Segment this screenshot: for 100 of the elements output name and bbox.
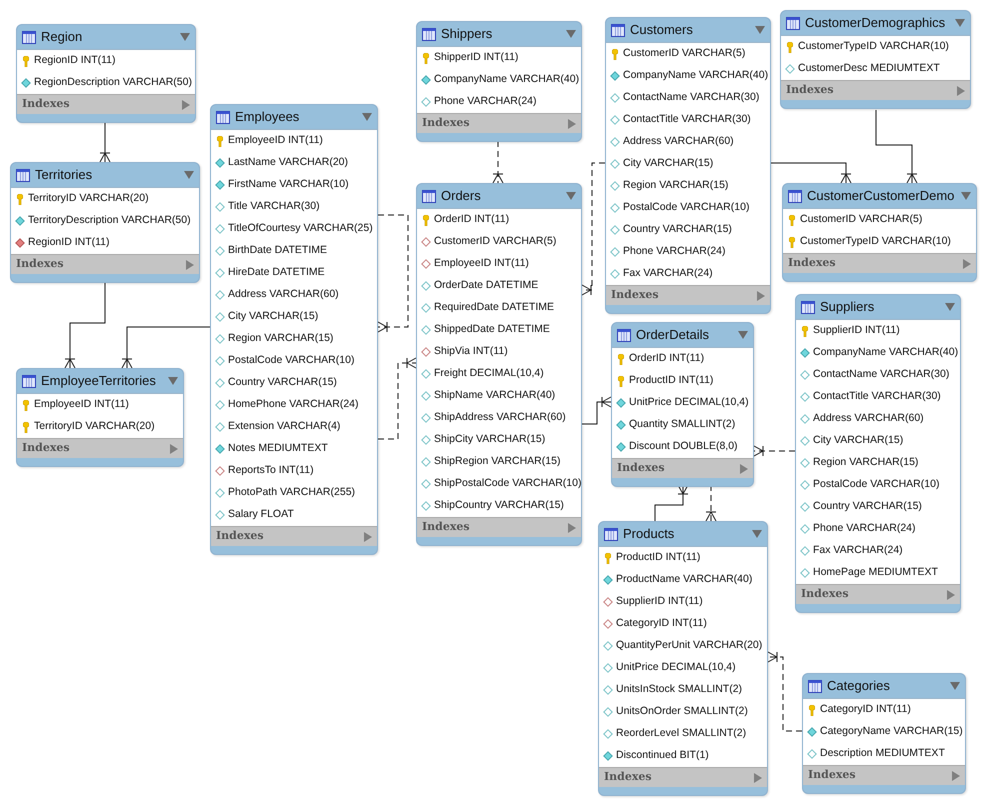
table-icon bbox=[422, 28, 436, 40]
caret-icon[interactable] bbox=[362, 113, 372, 121]
column-diamond-icon bbox=[603, 729, 613, 739]
expand-arrow-icon[interactable] bbox=[182, 100, 190, 110]
column-text: Salary FLOAT bbox=[228, 507, 294, 522]
expand-arrow-icon[interactable] bbox=[740, 464, 748, 474]
indexes-bar[interactable]: Indexes bbox=[17, 438, 183, 458]
indexes-bar[interactable]: Indexes bbox=[796, 584, 960, 604]
column-diamond-icon bbox=[616, 442, 626, 452]
caret-icon[interactable] bbox=[950, 682, 960, 690]
column-text: PostalCode VARCHAR(10) bbox=[623, 200, 750, 216]
caret-icon[interactable] bbox=[961, 192, 971, 200]
column-text: Address VARCHAR(60) bbox=[623, 134, 734, 150]
column-diamond-icon bbox=[610, 93, 620, 103]
table-title: Shippers bbox=[441, 25, 494, 44]
table-card[interactable] bbox=[210, 104, 378, 555]
table-card[interactable]: Categories CategoryID INT(11) CategoryName VARCHAR(15) Description MEDIUMTEXT Indexes bbox=[802, 673, 966, 794]
column-text: CustomerDesc MEDIUMTEXT bbox=[798, 61, 940, 76]
indexes-bar[interactable]: Indexes bbox=[783, 253, 976, 273]
column-diamond-icon bbox=[215, 510, 225, 520]
caret-icon[interactable] bbox=[752, 530, 762, 538]
column-text: Region VARCHAR(15) bbox=[623, 178, 728, 194]
column-text: CustomerTypeID VARCHAR(10) bbox=[800, 234, 951, 250]
table-card[interactable]: Territories TerritoryID VARCHAR(20) TerritoryDescription VARCHAR(50) RegionID INT(11) Indexes bbox=[10, 162, 200, 283]
caret-icon[interactable] bbox=[955, 19, 965, 27]
indexes-label: Indexes bbox=[808, 767, 856, 784]
indexes-bar[interactable]: Indexes bbox=[612, 458, 753, 478]
indexes-bar[interactable]: Indexes bbox=[211, 526, 377, 546]
table-card[interactable]: CustomerDemographics CustomerTypeID VARCHAR(10) CustomerDesc MEDIUMTEXT Indexes bbox=[780, 10, 971, 109]
column-text: ContactName VARCHAR(30) bbox=[623, 90, 760, 106]
indexes-bar[interactable]: Indexes bbox=[11, 254, 199, 274]
indexes-bar[interactable]: Indexes bbox=[599, 767, 767, 787]
table-card[interactable]: OrderDetails OrderID INT(11) ProductID INT(11) UnitPrice DECIMAL(10,4) Quantity SMALLINT(2) Discount DOUBLE(8,0) Indexes bbox=[611, 322, 754, 487]
column-diamond-icon bbox=[610, 181, 620, 191]
column-text: Phone VARCHAR(24) bbox=[434, 94, 537, 110]
key-icon bbox=[789, 236, 795, 248]
column-diamond-icon bbox=[603, 641, 613, 651]
expand-arrow-icon[interactable] bbox=[170, 444, 178, 454]
table-card[interactable]: EmployeeTerritories EmployeeID INT(11) TerritoryID VARCHAR(20) Indexes bbox=[16, 368, 184, 467]
column-diamond-icon bbox=[800, 370, 810, 380]
column-text: ShipAddress VARCHAR(60) bbox=[434, 410, 566, 426]
indexes-bar[interactable]: Indexes bbox=[417, 113, 581, 133]
column-text: EmployeeID INT(11) bbox=[34, 397, 129, 412]
column-text: TerritoryID VARCHAR(20) bbox=[28, 191, 149, 206]
column-text: UnitsOnOrder SMALLINT(2) bbox=[616, 704, 748, 720]
table-card[interactable]: Region RegionID INT(11) RegionDescription VARCHAR(50) Indexes bbox=[16, 24, 196, 123]
column-text: Notes MEDIUMTEXT bbox=[228, 441, 328, 456]
column-text: RegionDescription VARCHAR(50) bbox=[34, 75, 192, 90]
column-text: Address VARCHAR(60) bbox=[228, 287, 339, 302]
caret-icon[interactable] bbox=[184, 171, 194, 179]
column-text: EmployeeID INT(11) bbox=[228, 133, 323, 148]
indexes-bar[interactable]: Indexes bbox=[417, 517, 581, 537]
caret-icon[interactable] bbox=[566, 30, 576, 38]
column-text: UnitPrice DECIMAL(10,4) bbox=[616, 660, 736, 676]
column-diamond-icon bbox=[421, 457, 431, 467]
column-text: ContactTitle VARCHAR(30) bbox=[623, 112, 751, 128]
table-card[interactable]: CustomerCustomerDemo CustomerID VARCHAR(5) CustomerTypeID VARCHAR(10) Indexes bbox=[782, 183, 977, 282]
caret-icon[interactable] bbox=[566, 192, 576, 200]
table-title: Orders bbox=[441, 187, 482, 206]
column-text: PostalCode VARCHAR(10) bbox=[228, 353, 354, 368]
expand-arrow-icon[interactable] bbox=[957, 86, 965, 96]
column-diamond-icon bbox=[421, 369, 431, 379]
indexes-bar[interactable]: Indexes bbox=[803, 765, 965, 785]
column-diamond-icon bbox=[421, 259, 431, 269]
column-text: PostalCode VARCHAR(10) bbox=[813, 477, 940, 492]
table-card[interactable] bbox=[795, 294, 961, 613]
column-diamond-icon bbox=[15, 238, 25, 248]
caret-icon[interactable] bbox=[945, 303, 955, 311]
caret-icon[interactable] bbox=[755, 26, 765, 34]
expand-arrow-icon[interactable] bbox=[364, 532, 372, 542]
column-diamond-icon bbox=[603, 597, 613, 607]
expand-arrow-icon[interactable] bbox=[757, 290, 765, 300]
column-diamond-icon bbox=[215, 180, 225, 190]
table-card[interactable] bbox=[598, 521, 768, 796]
expand-arrow-icon[interactable] bbox=[568, 522, 576, 532]
column-text: Phone VARCHAR(24) bbox=[813, 521, 916, 536]
column-diamond-icon bbox=[800, 414, 810, 424]
table-icon bbox=[604, 528, 618, 540]
table-card[interactable] bbox=[605, 17, 771, 314]
table-card[interactable] bbox=[416, 183, 582, 546]
caret-icon[interactable] bbox=[168, 377, 178, 385]
expand-arrow-icon[interactable] bbox=[568, 118, 576, 128]
column-diamond-icon bbox=[421, 97, 431, 107]
table-card[interactable]: Shippers ShipperID INT(11) CompanyName VARCHAR(40) Phone VARCHAR(24) Indexes bbox=[416, 21, 582, 142]
expand-arrow-icon[interactable] bbox=[952, 770, 960, 780]
expand-arrow-icon[interactable] bbox=[754, 772, 762, 782]
table-title: Products bbox=[623, 525, 676, 544]
expand-arrow-icon[interactable] bbox=[186, 260, 194, 270]
indexes-bar[interactable]: Indexes bbox=[17, 94, 195, 114]
column-text: City VARCHAR(15) bbox=[228, 309, 318, 324]
indexes-bar[interactable]: Indexes bbox=[781, 80, 970, 100]
column-text: ReportsTo INT(11) bbox=[228, 463, 314, 478]
expand-arrow-icon[interactable] bbox=[947, 590, 955, 600]
caret-icon[interactable] bbox=[738, 331, 748, 339]
column-text: ShipCity VARCHAR(15) bbox=[434, 432, 546, 448]
indexes-bar[interactable]: Indexes bbox=[606, 285, 770, 305]
expand-arrow-icon[interactable] bbox=[963, 258, 971, 268]
caret-icon[interactable] bbox=[180, 33, 190, 41]
column-text: Address VARCHAR(60) bbox=[813, 411, 924, 426]
key-icon bbox=[618, 354, 624, 364]
